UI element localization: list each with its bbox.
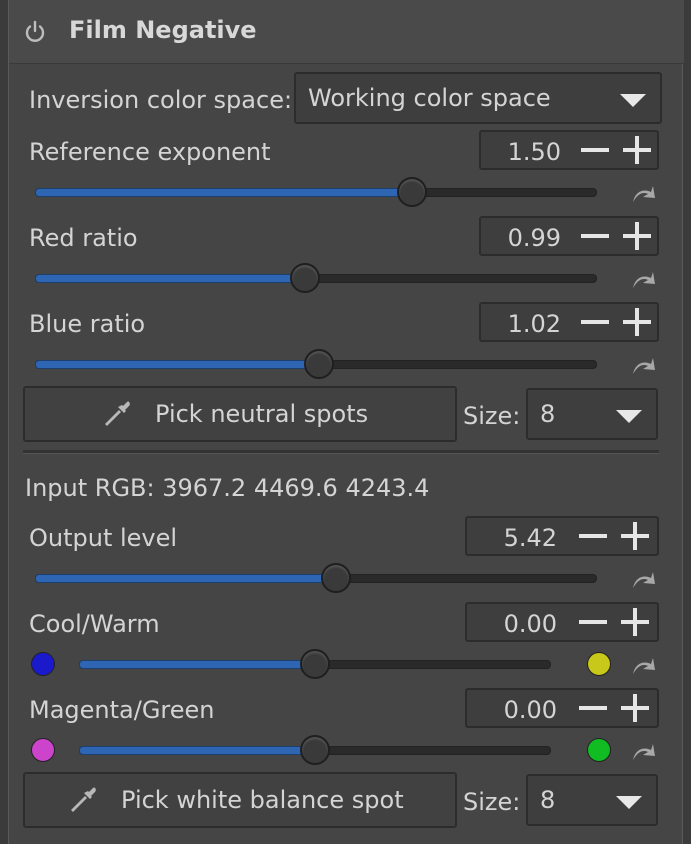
output-level-label: Output level <box>29 524 178 552</box>
red-ratio-label: Red ratio <box>29 224 138 252</box>
eyedropper-icon <box>71 787 96 812</box>
plus-icon[interactable] <box>621 608 649 636</box>
slider-fill <box>35 188 412 197</box>
eyedropper-icon <box>105 401 130 426</box>
cool-warm-slider[interactable] <box>79 648 551 680</box>
power-icon[interactable] <box>23 20 47 44</box>
blue-ratio-slider[interactable] <box>35 348 597 380</box>
cool-warm-spinbox[interactable]: 0.00 <box>465 602 659 642</box>
magenta-green-spinbox[interactable]: 0.00 <box>465 688 659 728</box>
panel-header[interactable]: Film Negative <box>9 0 684 64</box>
cool-warm-label: Cool/Warm <box>29 610 160 638</box>
film-negative-panel: Film Negative Inversion color space: Wor… <box>8 0 684 844</box>
slider-handle[interactable] <box>289 263 320 293</box>
panel-title: Film Negative <box>69 16 257 44</box>
warm-dot <box>587 652 611 676</box>
white-balance-size-select[interactable]: 8 <box>526 774 658 826</box>
slider-handle[interactable] <box>303 349 334 379</box>
chevron-down-icon <box>620 94 646 107</box>
cool-warm-value[interactable]: 0.00 <box>504 610 557 638</box>
output-level-value[interactable]: 5.42 <box>504 524 557 552</box>
slider-fill <box>79 746 315 755</box>
slider-handle[interactable] <box>300 649 330 679</box>
inversion-label: Inversion color space: <box>29 86 293 114</box>
reference-exponent-spinbox[interactable]: 1.50 <box>479 130 659 170</box>
reset-icon[interactable] <box>629 654 657 676</box>
plus-icon[interactable] <box>621 522 649 550</box>
reference-exponent-label: Reference exponent <box>29 138 271 166</box>
slider-fill <box>79 660 315 669</box>
slider-fill <box>35 360 319 369</box>
reference-exponent-value[interactable]: 1.50 <box>508 138 561 166</box>
minus-icon[interactable] <box>579 522 607 550</box>
size-label: Size: <box>463 788 521 816</box>
red-ratio-value[interactable]: 0.99 <box>508 224 561 252</box>
magenta-green-label: Magenta/Green <box>29 696 215 724</box>
output-level-spinbox[interactable]: 5.42 <box>465 516 659 556</box>
reset-icon[interactable] <box>629 354 657 376</box>
minus-icon[interactable] <box>581 308 609 336</box>
minus-icon[interactable] <box>579 694 607 722</box>
pick-white-balance-spot-button[interactable]: Pick white balance spot <box>23 772 457 828</box>
input-rgb-text: Input RGB: 3967.2 4469.6 4243.4 <box>25 474 430 502</box>
magenta-green-slider[interactable] <box>79 734 551 766</box>
neutral-size-select[interactable]: 8 <box>526 388 658 440</box>
neutral-size-value: 8 <box>540 400 556 428</box>
plus-icon[interactable] <box>621 694 649 722</box>
pick-neutral-spots-label: Pick neutral spots <box>155 400 369 428</box>
minus-icon[interactable] <box>581 222 609 250</box>
reset-icon[interactable] <box>629 182 657 204</box>
size-label: Size: <box>463 402 521 430</box>
white-balance-size-value: 8 <box>540 786 556 814</box>
section-separator <box>23 450 659 454</box>
pick-white-balance-spot-label: Pick white balance spot <box>121 786 404 814</box>
reset-icon[interactable] <box>629 268 657 290</box>
pick-neutral-spots-button[interactable]: Pick neutral spots <box>23 386 457 442</box>
chevron-down-icon <box>616 796 642 809</box>
cool-dot <box>31 652 55 676</box>
inversion-value: Working color space <box>308 84 551 112</box>
reset-icon[interactable] <box>629 568 657 590</box>
magenta-green-value[interactable]: 0.00 <box>504 696 557 724</box>
red-ratio-slider[interactable] <box>35 262 597 294</box>
plus-icon[interactable] <box>623 308 651 336</box>
output-level-slider[interactable] <box>35 562 597 594</box>
reset-icon[interactable] <box>629 740 657 762</box>
green-dot <box>587 738 611 762</box>
slider-handle[interactable] <box>300 735 330 765</box>
red-ratio-spinbox[interactable]: 0.99 <box>479 216 659 256</box>
minus-icon[interactable] <box>579 608 607 636</box>
blue-ratio-spinbox[interactable]: 1.02 <box>479 302 659 342</box>
slider-handle[interactable] <box>396 177 427 207</box>
chevron-down-icon <box>616 410 642 423</box>
inversion-color-space-select[interactable]: Working color space <box>294 72 662 124</box>
blue-ratio-value[interactable]: 1.02 <box>508 310 561 338</box>
plus-icon[interactable] <box>623 222 651 250</box>
slider-fill <box>35 574 336 583</box>
blue-ratio-label: Blue ratio <box>29 310 146 338</box>
minus-icon[interactable] <box>581 136 609 164</box>
plus-icon[interactable] <box>623 136 651 164</box>
magenta-dot <box>31 738 55 762</box>
reference-exponent-slider[interactable] <box>35 176 597 208</box>
slider-fill <box>35 274 305 283</box>
slider-handle[interactable] <box>320 563 351 593</box>
